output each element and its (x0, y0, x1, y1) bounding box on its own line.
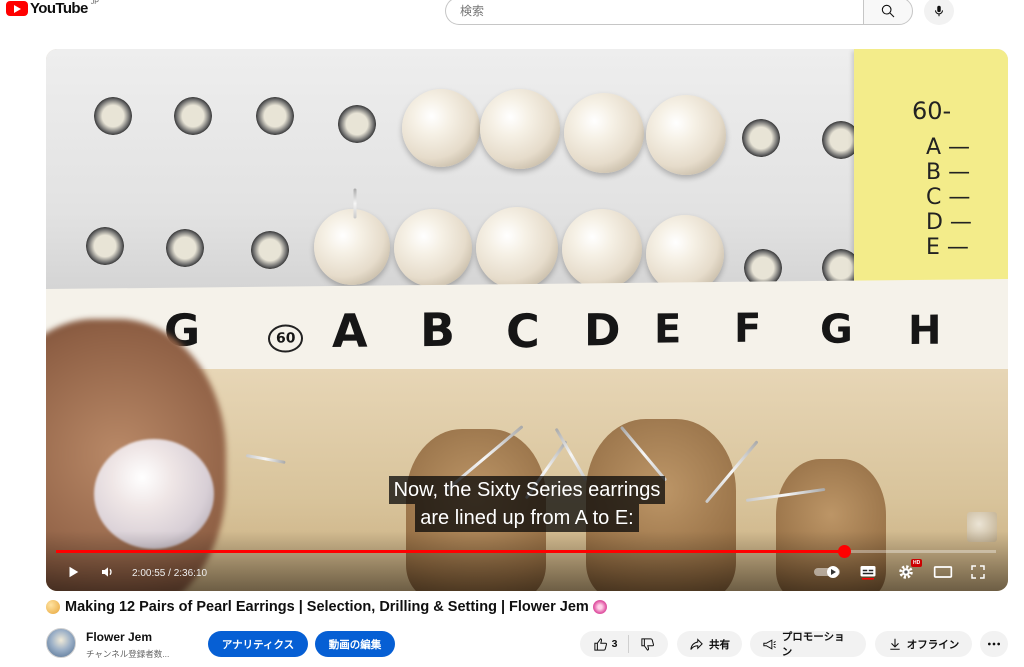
board-hole (338, 105, 376, 143)
analytics-button[interactable]: アナリティクス (208, 631, 308, 657)
autoplay-toggle-icon (814, 566, 840, 578)
thumbs-down-icon (641, 637, 655, 651)
earring-post (245, 454, 286, 464)
offline-download-button[interactable]: オフライン (875, 631, 972, 657)
tape-letter: A (332, 303, 368, 359)
hd-badge: HD (911, 559, 923, 567)
video-title-text: Making 12 Pairs of Pearl Earrings | Sele… (65, 599, 589, 615)
sticky-note-writing: 60- A — B — C — D — E — (912, 97, 972, 260)
earring-post (353, 188, 357, 219)
time-separator: / (165, 568, 174, 579)
svg-text:D —: D — (926, 210, 972, 235)
like-count: 3 (611, 638, 618, 650)
volume-icon (102, 567, 112, 577)
logo-text: YouTube (30, 0, 88, 17)
subscriber-count: チャンネル登録者数... (86, 649, 170, 659)
share-icon (690, 637, 703, 650)
youtube-logo-icon (6, 1, 28, 16)
subtitles-icon (860, 566, 876, 580)
time-current: 2:00:55 (132, 568, 166, 579)
like-divider (628, 635, 630, 653)
tape-letter: D (584, 305, 621, 357)
pearl (480, 89, 560, 169)
search-button[interactable] (863, 0, 913, 25)
youtube-logo[interactable]: YouTube JP (6, 0, 99, 17)
search-icon (881, 4, 895, 18)
tape-letter: C (506, 303, 540, 359)
like-dislike-group: 3 (580, 631, 668, 657)
pearl (564, 93, 644, 173)
search-box (445, 0, 913, 25)
masthead: YouTube JP (0, 0, 1024, 26)
earring-post (554, 427, 588, 482)
more-actions-button[interactable] (980, 631, 1008, 657)
board-hole (742, 119, 780, 157)
voice-search-button[interactable] (924, 0, 954, 25)
svg-text:A —: A — (926, 135, 970, 160)
svg-text:B —: B — (926, 160, 970, 185)
play-icon (69, 566, 79, 578)
share-label: 共有 (709, 638, 730, 651)
more-horizontal-icon (988, 642, 1000, 646)
promotion-button[interactable]: プロモーション (750, 631, 866, 658)
play-button[interactable] (62, 559, 84, 585)
pearl-with-post (314, 209, 390, 285)
board-hole (94, 97, 132, 135)
thumbs-up-icon (593, 637, 607, 651)
fullscreen-button[interactable] (966, 559, 990, 585)
promotion-label: プロモーション (781, 631, 845, 658)
tape-letter: B (420, 302, 456, 358)
tape-letter: H (908, 307, 942, 355)
autoplay-toggle[interactable] (812, 559, 844, 585)
progress-played (56, 550, 844, 553)
search-input[interactable] (445, 0, 863, 25)
pearl (394, 209, 472, 287)
theater-mode-icon (933, 566, 953, 578)
svg-text:60-: 60- (912, 97, 951, 125)
dislike-button[interactable] (640, 637, 655, 652)
tape-letter: 60 (268, 324, 304, 353)
mute-button[interactable] (96, 559, 120, 585)
logo-region-code: JP (90, 0, 99, 6)
channel-name[interactable]: Flower Jem (86, 630, 152, 644)
pearl (562, 209, 642, 289)
board-hole (251, 231, 289, 269)
board-hole (166, 229, 204, 267)
mic-icon (934, 5, 944, 17)
caption-line: are lined up from A to E: (415, 504, 639, 532)
time-total: 2:36:10 (173, 568, 208, 579)
download-icon (890, 638, 900, 650)
caption-window: Now, the Sixty Series earrings are lined… (46, 476, 1008, 532)
board-hole (174, 97, 212, 135)
share-button[interactable]: 共有 (677, 631, 742, 657)
video-player[interactable]: 60- A — B — C — D — E — G 60 A B C D E F… (46, 49, 1008, 591)
pearl (402, 89, 480, 167)
theater-mode-button[interactable] (930, 559, 956, 585)
like-button[interactable]: 3 (593, 637, 618, 652)
fullscreen-icon (971, 565, 985, 579)
offline-label: オフライン (906, 638, 960, 651)
tape-letter: F (734, 305, 762, 352)
board-hole (86, 227, 124, 265)
channel-avatar[interactable] (46, 628, 76, 658)
tape-letter: G (820, 306, 853, 353)
pearl (476, 207, 558, 289)
board-hole (256, 97, 294, 135)
progress-bar[interactable] (56, 545, 996, 558)
flower-emoji-icon (592, 600, 607, 614)
megaphone-icon (763, 638, 776, 650)
svg-text:C —: C — (926, 185, 970, 210)
pearl-emoji-icon (46, 600, 60, 614)
pearl (646, 95, 726, 175)
video-title: Making 12 Pairs of Pearl Earrings | Sele… (46, 599, 607, 615)
time-display: 2:00:55 / 2:36:10 (132, 568, 207, 579)
caption-line: Now, the Sixty Series earrings (388, 476, 666, 504)
subtitles-button[interactable] (856, 559, 880, 585)
svg-text:E —: E — (926, 235, 969, 260)
player-controls: 2:00:55 / 2:36:10 HD (46, 557, 1008, 591)
sticky-note: 60- A — B — C — D — E — (854, 49, 1008, 289)
edit-video-button[interactable]: 動画の編集 (315, 631, 395, 657)
tape-letter: E (654, 306, 682, 353)
